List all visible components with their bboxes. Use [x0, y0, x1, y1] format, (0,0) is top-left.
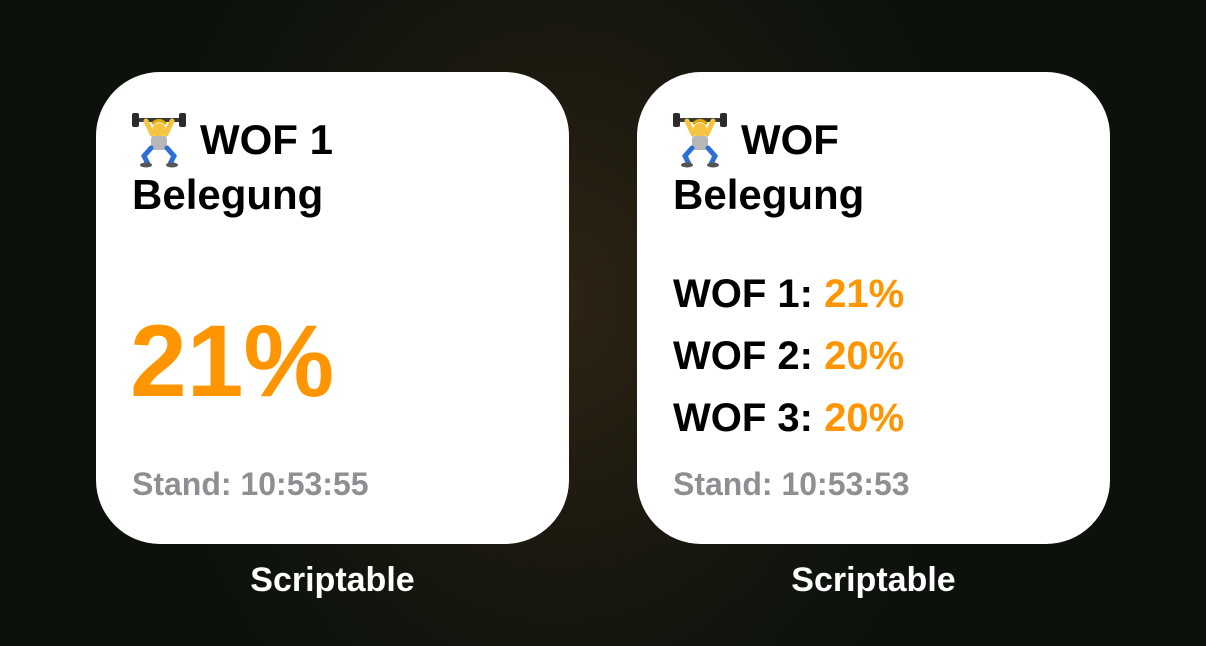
occupancy-row-wof3: WOF 3: 20%	[673, 398, 904, 460]
row-value: 21%	[824, 272, 905, 316]
widget-title-row: WOF 1	[132, 112, 333, 168]
widget-subtitle: Belegung	[132, 171, 324, 218]
widget-title: WOF	[741, 116, 839, 163]
widget-wof1[interactable]: WOF 1 Belegung 21% Stand: 10:53:55	[96, 72, 569, 544]
widget-app-label: Scriptable	[791, 561, 956, 599]
widget-subtitle: Belegung	[673, 171, 865, 218]
weightlifter-icon	[673, 113, 727, 168]
row-value: 20%	[824, 396, 905, 440]
weightlifter-icon	[132, 113, 186, 168]
widget-title-row: WOF	[673, 112, 839, 168]
occupancy-value: 21%	[130, 304, 335, 418]
row-label: WOF 2:	[673, 334, 813, 378]
occupancy-row-wof1: WOF 1: 21%	[673, 274, 904, 336]
widget-app-label: Scriptable	[250, 561, 415, 599]
row-value: 20%	[824, 334, 905, 378]
occupancy-row-wof2: WOF 2: 20%	[673, 336, 904, 398]
row-label: WOF 1:	[673, 272, 813, 316]
timestamp: Stand: 10:53:55	[132, 466, 369, 502]
row-label: WOF 3:	[673, 396, 813, 440]
widget-title: WOF 1	[200, 116, 333, 163]
timestamp: Stand: 10:53:53	[673, 466, 910, 502]
widget-wof-all[interactable]: WOF Belegung WOF 1: 21% WOF 2: 20% WOF 3…	[637, 72, 1110, 544]
occupancy-list: WOF 1: 21% WOF 2: 20% WOF 3: 20%	[673, 274, 904, 460]
